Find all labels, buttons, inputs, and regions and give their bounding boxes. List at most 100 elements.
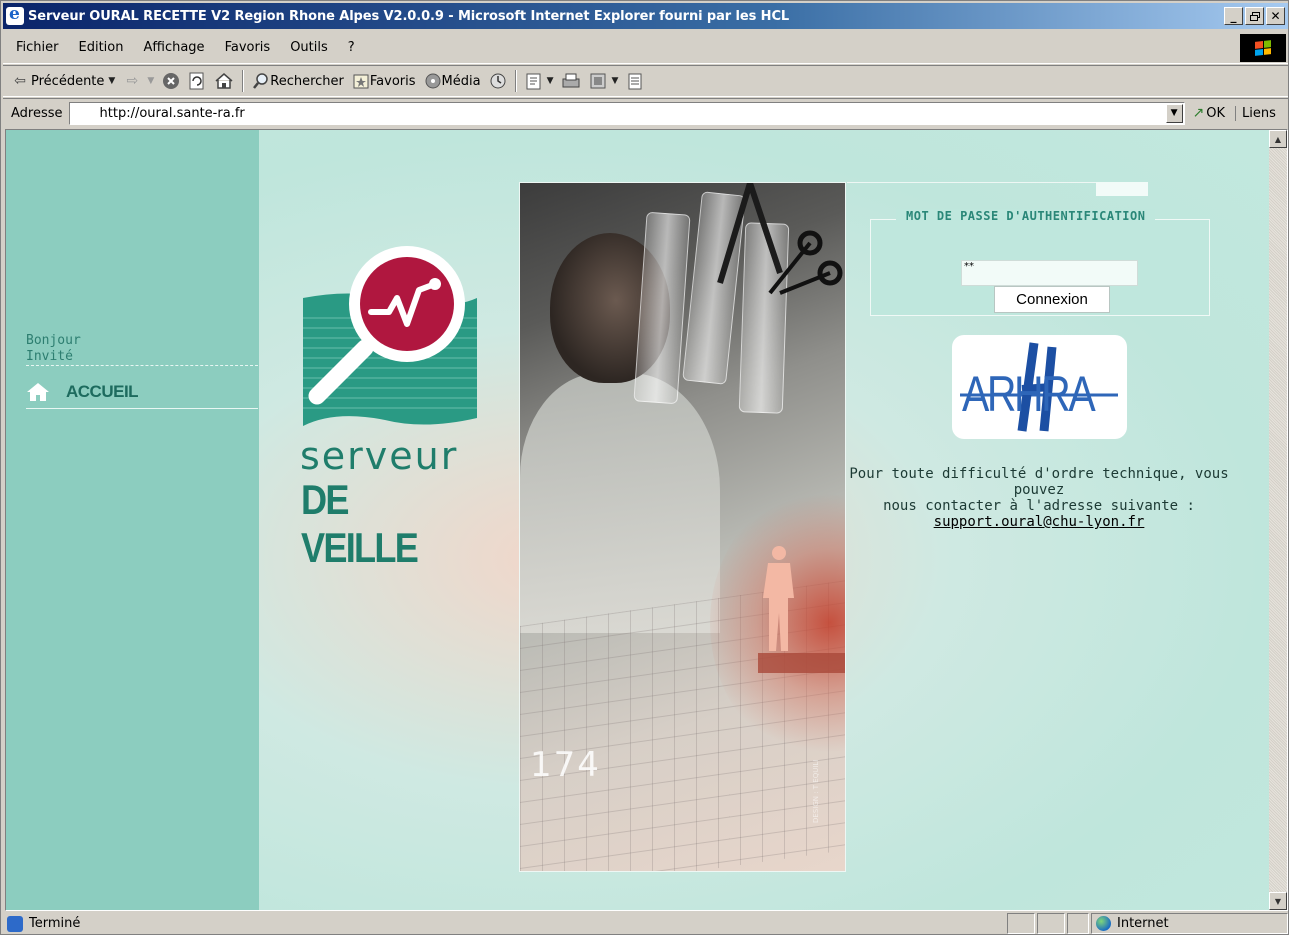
- scroll-up-button[interactable]: ▲: [1269, 130, 1287, 148]
- menu-affichage[interactable]: Affichage: [133, 40, 214, 55]
- back-dropdown-icon[interactable]: ▼: [108, 76, 115, 86]
- browser-window: Serveur OURAL RECETTE V2 Region Rhone Al…: [0, 0, 1289, 935]
- login-legend: MOT DE PASSE D'AUTHENTIFICATION: [896, 209, 1156, 223]
- menu-help[interactable]: ?: [338, 40, 365, 55]
- links-button[interactable]: Liens: [1235, 105, 1276, 121]
- close-button[interactable]: ✕: [1266, 7, 1285, 25]
- maximize-button[interactable]: [1245, 7, 1264, 25]
- mail-dropdown-icon[interactable]: ▼: [547, 76, 554, 86]
- discuss-icon: [628, 73, 642, 90]
- windows-flag-icon: [1255, 40, 1271, 56]
- address-dropdown-button[interactable]: ▼: [1165, 103, 1183, 123]
- toolbar-separator: [514, 70, 517, 92]
- back-label: Précédente: [31, 73, 105, 89]
- menu-edition[interactable]: Edition: [69, 40, 134, 55]
- address-bar: Adresse http://oural.sante-ra.fr ▼ ↗ OK …: [3, 98, 1288, 127]
- forward-button[interactable]: ⇨ ▼: [123, 72, 154, 90]
- favorites-button[interactable]: Favoris: [352, 72, 416, 90]
- login-form: MOT DE PASSE D'AUTHENTIFICATION ** Conne…: [870, 209, 1210, 316]
- magnifier-chart-icon: [303, 246, 477, 426]
- address-label: Adresse: [11, 105, 63, 121]
- address-url: http://oural.sante-ra.fr: [99, 105, 245, 121]
- stop-button[interactable]: [162, 72, 180, 90]
- page-done-icon: [7, 915, 23, 932]
- minimize-button[interactable]: _: [1224, 7, 1243, 25]
- password-value: **: [964, 261, 974, 272]
- home-icon: [27, 383, 49, 401]
- media-label: Média: [441, 73, 481, 89]
- print-button[interactable]: [561, 72, 581, 90]
- nav-item-accueil[interactable]: ACCUEIL: [26, 382, 139, 402]
- title-bar: Serveur OURAL RECETTE V2 Region Rhone Al…: [3, 3, 1288, 29]
- menu-favoris[interactable]: Favoris: [215, 40, 281, 55]
- status-text: Terminé: [29, 916, 81, 931]
- discuss-button[interactable]: [626, 72, 644, 90]
- decorative-tab: [1096, 182, 1148, 196]
- go-button[interactable]: ↗ OK: [1193, 105, 1226, 121]
- media-icon: [425, 73, 441, 89]
- page-viewport: Bonjour Invité ACCUEIL serveur DE VEILLE…: [5, 129, 1288, 911]
- history-button[interactable]: [489, 72, 507, 90]
- favorites-icon: [353, 74, 369, 89]
- stop-icon: [163, 73, 180, 89]
- support-line-2: nous contacter à l'adresse suivante :: [883, 498, 1195, 514]
- greeting-user: Invité: [26, 349, 73, 364]
- logo-text-de-veille: DE VEILLE: [301, 476, 419, 571]
- menu-outils[interactable]: Outils: [280, 40, 338, 55]
- search-label: Rechercher: [270, 73, 344, 89]
- support-line-1: Pour toute difficulté d'ordre technique,…: [849, 466, 1229, 498]
- edit-dropdown-icon[interactable]: ▼: [611, 76, 618, 86]
- main-content: serveur DE VEILLE 174 DESIGN: T EQUILI …: [259, 130, 1269, 910]
- greeting-line-1: Bonjour: [26, 333, 81, 348]
- address-input[interactable]: http://oural.sante-ra.fr ▼: [68, 101, 1185, 125]
- page-icon: [76, 105, 92, 121]
- windows-logo: [1240, 34, 1286, 62]
- zone-label: Internet: [1117, 916, 1169, 931]
- serveur-de-veille-logo: serveur DE VEILLE: [295, 238, 485, 571]
- sidebar: Bonjour Invité ACCUEIL: [6, 130, 259, 910]
- globe-icon: [1096, 916, 1111, 931]
- toolbar-separator: [242, 70, 245, 92]
- photo-ledge: [758, 653, 845, 673]
- logo-text-serveur: serveur: [300, 434, 459, 478]
- print-icon: [562, 73, 580, 88]
- favorites-label: Favoris: [369, 73, 416, 89]
- go-label: OK: [1206, 105, 1226, 121]
- nav-accueil-label: ACCUEIL: [66, 382, 139, 401]
- edit-icon: [590, 73, 606, 89]
- home-icon: [215, 73, 233, 89]
- window-controls: _ ✕: [1222, 7, 1285, 25]
- menu-fichier[interactable]: Fichier: [3, 40, 69, 55]
- restore-icon: [1249, 11, 1260, 21]
- ie-icon: [6, 4, 24, 25]
- media-button[interactable]: Média: [424, 72, 481, 90]
- greeting: Bonjour Invité: [26, 333, 81, 365]
- status-bar: Terminé Internet: [3, 912, 1288, 935]
- vertical-scrollbar[interactable]: ▲ ▼: [1269, 130, 1287, 910]
- scroll-down-button[interactable]: ▼: [1269, 892, 1287, 910]
- history-icon: [490, 73, 506, 89]
- arhra-logo-text: ARHRA: [962, 366, 1096, 422]
- menu-bar: Fichier Edition Affichage Favoris Outils…: [3, 32, 1288, 64]
- status-pane: [1007, 913, 1035, 934]
- photo-person-body: [520, 373, 720, 633]
- search-icon: [253, 73, 268, 89]
- arhra-logo: ARHRA: [952, 335, 1127, 439]
- toolbar: ⇦ Précédente ▼ ⇨ ▼ Rechercher Favoris Mé…: [3, 65, 1288, 97]
- edit-button[interactable]: ▼: [589, 72, 618, 90]
- hero-photo: 174 DESIGN : T EQUILI: [519, 182, 846, 872]
- back-button[interactable]: ⇦ Précédente ▼: [11, 72, 115, 90]
- photo-person-silhouette: [763, 546, 794, 651]
- photo-number: 174: [530, 745, 601, 785]
- security-zone: Internet: [1091, 913, 1288, 934]
- support-email-link[interactable]: support.oural@chu-lyon.fr: [934, 514, 1145, 530]
- support-info: Pour toute difficulté d'ordre technique,…: [839, 466, 1239, 530]
- search-button[interactable]: Rechercher: [252, 72, 344, 90]
- password-input[interactable]: **: [961, 260, 1138, 286]
- home-button[interactable]: [214, 72, 234, 90]
- mail-button[interactable]: ▼: [525, 72, 554, 90]
- forward-dropdown-icon[interactable]: ▼: [147, 76, 154, 86]
- photo-credit: DESIGN : T EQUILI: [812, 759, 820, 823]
- connexion-button[interactable]: Connexion: [994, 286, 1110, 313]
- refresh-button[interactable]: [188, 72, 206, 90]
